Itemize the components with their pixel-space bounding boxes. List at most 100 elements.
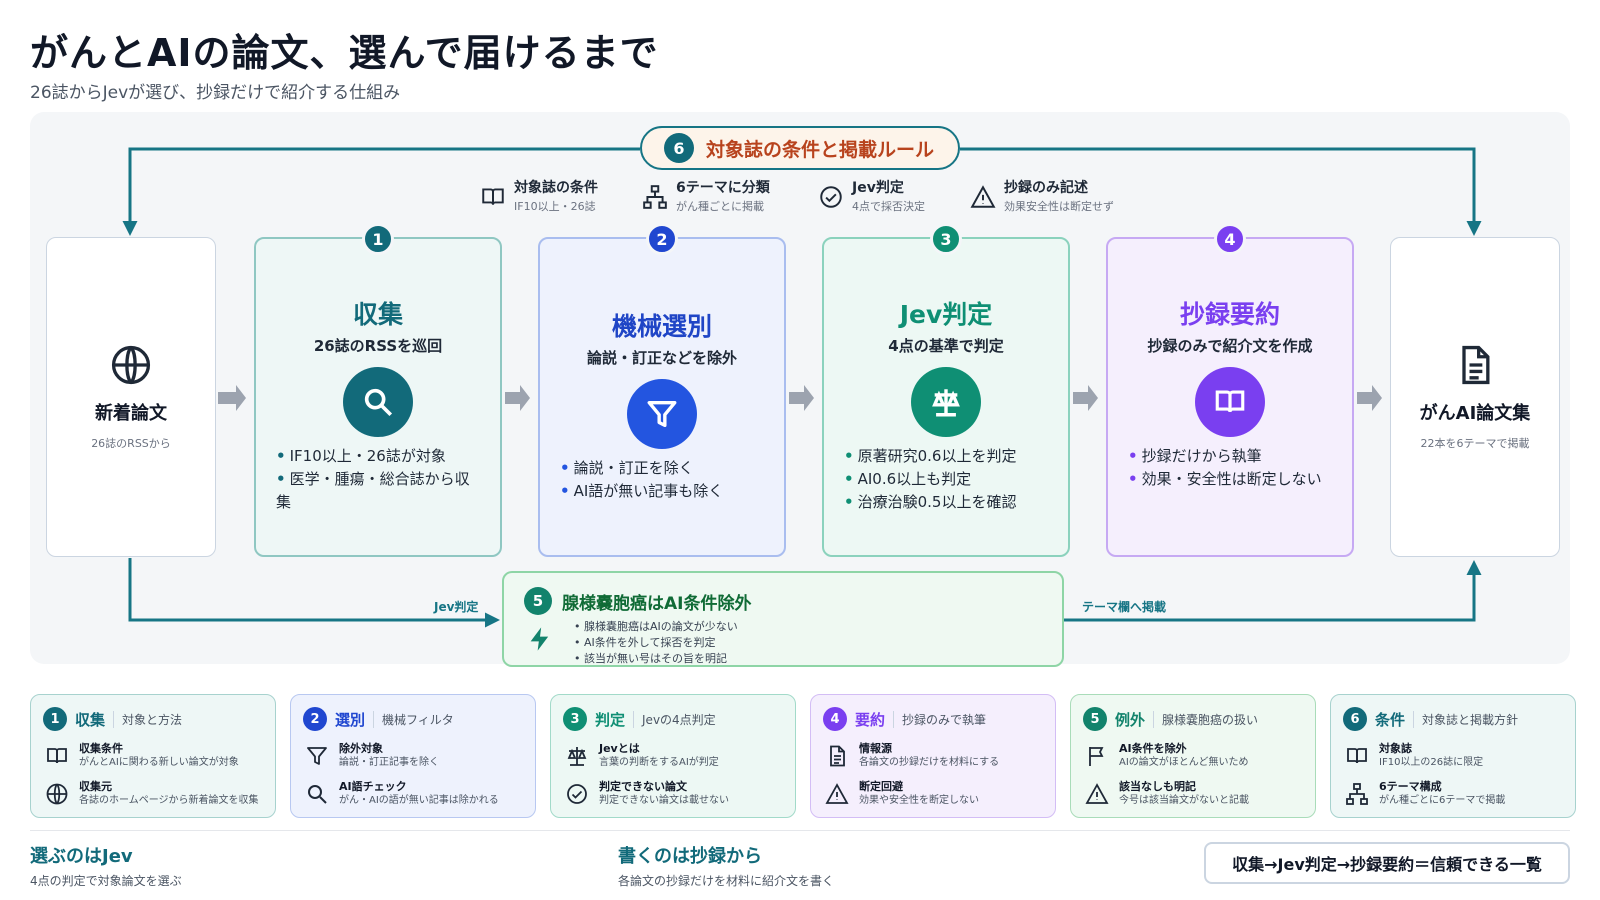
stage-bullet: • 原著研究0.6以上を判定: [844, 447, 1017, 465]
warning-icon: [1085, 782, 1109, 804]
legend-row-title: 対象誌: [1379, 742, 1412, 755]
footer-left-sub: 4点の判定で対象論文を選ぶ: [30, 874, 182, 888]
rule-item-title: 対象誌の条件: [514, 180, 598, 196]
rule-item-title: 6テーマに分類: [676, 180, 770, 196]
rule-item-title: 抄録のみ記述: [1004, 180, 1088, 196]
rule-item-sub: 効果安全性は断定せず: [1004, 200, 1114, 213]
legend-row-desc: 今号は該当論文がないと記載: [1119, 795, 1249, 806]
legend-row-title: 情報源: [859, 742, 892, 755]
legend-row-desc: 論説・訂正記事を除く: [339, 757, 439, 768]
flag-icon: [1089, 746, 1104, 766]
exception-bullet: • 腺様嚢胞癌はAIの論文が少ない: [574, 620, 738, 633]
legend-row-title: AI条件を除外: [1119, 742, 1187, 755]
legend-card-collect: 1 収集 対象と方法 収集条件 がんとAIに関わる新しい論文が対象 収集元各誌のホーム…: [30, 694, 276, 818]
legend-row: 収集元各誌のホームページから新着論文を収集: [45, 779, 259, 808]
book-icon: [482, 188, 504, 205]
legend-number: 6: [1343, 707, 1367, 731]
stage-icon-circle: [1195, 367, 1265, 437]
stage-icon-circle: [343, 367, 413, 437]
legend-row-title: Jevとは: [599, 742, 640, 755]
legend-row: 判定できない論文 判定できない論文は載せない: [565, 779, 729, 808]
warning-icon: [825, 782, 849, 804]
legend-row: 情報源各論文の抄録だけを材料にする: [825, 741, 999, 770]
legend-row-title: 断定回避: [859, 780, 903, 793]
footer-mid-title: 書くのは抄録から: [618, 846, 762, 867]
judge-icon: [932, 389, 960, 417]
stage-subtitle: 抄録のみで紹介文を作成: [1147, 337, 1313, 355]
legend-row: Jevとは言葉の判断をするAIが判定: [565, 741, 719, 770]
legend-title: 要約: [855, 710, 886, 729]
legend-row-title: 収集条件: [79, 742, 123, 755]
stage-icon-circle: [911, 367, 981, 437]
legend-subtitle: 対象と方法: [113, 710, 182, 728]
footer-left: 選ぶのはJev 4点の判定で対象論文を選ぶ: [30, 842, 182, 889]
legend-title: 条件: [1375, 710, 1406, 729]
legend-row-desc: 各誌のホームページから新着論文を収集: [79, 795, 259, 806]
legend-row-desc: がん・AIの語が無い記事は除かれる: [339, 795, 499, 806]
search-icon: [364, 388, 393, 417]
legend-row-title: 6テーマ構成: [1379, 780, 1442, 793]
rule-item-abstract: 抄録のみ記述効果安全性は断定せず: [970, 178, 1114, 216]
footer-mid-sub: 各論文の抄録だけを材料に紹介文を書く: [618, 874, 835, 888]
footer-summary-pill: 収集→Jev判定→抄録要約＝信頼できる一覧: [1204, 842, 1570, 884]
output-title: がんAI論文集: [1419, 403, 1531, 424]
stage-subtitle: 論説・訂正などを除外: [586, 349, 737, 367]
filter-icon: [647, 400, 677, 428]
stage-number-badge: 3: [930, 223, 962, 255]
exception-number-badge: 5: [524, 587, 552, 615]
check-circle-icon: [567, 783, 587, 804]
stage-number-badge: 2: [646, 223, 678, 255]
legend-card-judge: 3 判定 Jevの4点判定 Jevとは 言葉の判断をするAIが判定 判定できない論文判…: [550, 694, 796, 818]
hierarchy-icon: [643, 185, 667, 209]
legend-row-title: 該当なしも明記: [1119, 780, 1196, 793]
legend-subtitle: Jevの4点判定: [633, 710, 716, 728]
legend-row-desc: 言葉の判断をするAIが判定: [599, 757, 719, 768]
legend-subtitle: 抄録のみで執筆: [893, 710, 986, 728]
legend-row: 対象誌 IF10以上の26誌に限定: [1345, 741, 1483, 770]
stage-bullet: • IF10以上・26誌が対象: [276, 447, 446, 465]
legend-row: 収集条件 がんとAIに関わる新しい論文が対象: [45, 741, 239, 770]
legend-row-desc: 判定できない論文は載せない: [599, 795, 729, 806]
source-title: 新着論文: [95, 403, 167, 424]
document-icon: [830, 745, 845, 766]
exception-out-label: テーマ欄へ掲載: [1082, 600, 1167, 614]
document-icon: [1462, 345, 1490, 385]
legend-row-desc: IF10以上の26誌に限定: [1379, 757, 1484, 768]
stage-subtitle: 4点の基準で判定: [888, 337, 1004, 355]
source-card: 新着論文 26誌のRSSから: [46, 237, 216, 557]
search-icon: [308, 784, 327, 804]
hierarchy-icon: [1346, 782, 1368, 805]
warning-icon: [970, 185, 996, 208]
legend-row: AI条件を除外 AIの論文がほとんど無いため: [1085, 741, 1249, 770]
footer-left-title: 選ぶのはJev: [30, 846, 133, 867]
judge-icon: [567, 746, 587, 766]
legend-row-title: AI語チェック: [339, 780, 407, 793]
legend-row-desc: 各論文の抄録だけを材料にする: [859, 757, 1000, 768]
legend-row-title: 収集元: [79, 780, 112, 793]
rules-number-badge: 6: [664, 133, 694, 163]
legend-number: 1: [43, 707, 67, 731]
legend-card-summary: 4 要約 抄録のみで執筆 情報源 各論文の抄録だけを材料にする 断定回避 効果や安全性を…: [810, 694, 1056, 818]
legend-number: 3: [563, 707, 587, 731]
globe-icon: [111, 345, 151, 385]
legend-number: 2: [303, 707, 327, 731]
stage-judge: 3 Jev判定 4点の基準で判定 • 原著研究0.6以上を判定 • AI0.6以上も…: [822, 223, 1070, 557]
rule-item-sub: IF10以上・26誌: [514, 200, 596, 213]
rule-item-title: Jev判定: [852, 180, 904, 196]
legend-title: 収集: [75, 710, 106, 729]
legend-row: AI語チェックがん・AIの語が無い記事は除かれる: [305, 779, 499, 808]
exception-box: 5 腺様嚢胞癌はAI条件除外 • 腺様嚢胞癌はAIの論文が少ない • AI条件を…: [502, 571, 1064, 667]
stage-title: Jev判定: [899, 300, 993, 329]
stage-number-badge: 4: [1214, 223, 1246, 255]
exception-bullet: • AI条件を外して採否を判定: [574, 636, 716, 649]
exception-bullet: • 該当が無い号はその旨を明記: [574, 652, 727, 665]
legend-card-filter: 2 選別 機械フィルタ 除外対象 論説・訂正記事を除く AI語チェック がん・AIの語が…: [290, 694, 536, 818]
legend-row-desc: 効果や安全性を断定しない: [859, 795, 979, 806]
stage-bullet: • 治療治験0.5以上を確認: [844, 493, 1017, 511]
source-sub: 26誌のRSSから: [91, 437, 171, 450]
stage-bullet: • 効果・安全性は断定しない: [1128, 470, 1322, 488]
legend-row: 除外対象 論説・訂正記事を除く: [305, 741, 439, 770]
output-sub: 22本を6テーマで掲載: [1420, 437, 1530, 450]
exception-title: 腺様嚢胞癌はAI条件除外: [562, 594, 752, 614]
book-icon: [47, 747, 67, 763]
